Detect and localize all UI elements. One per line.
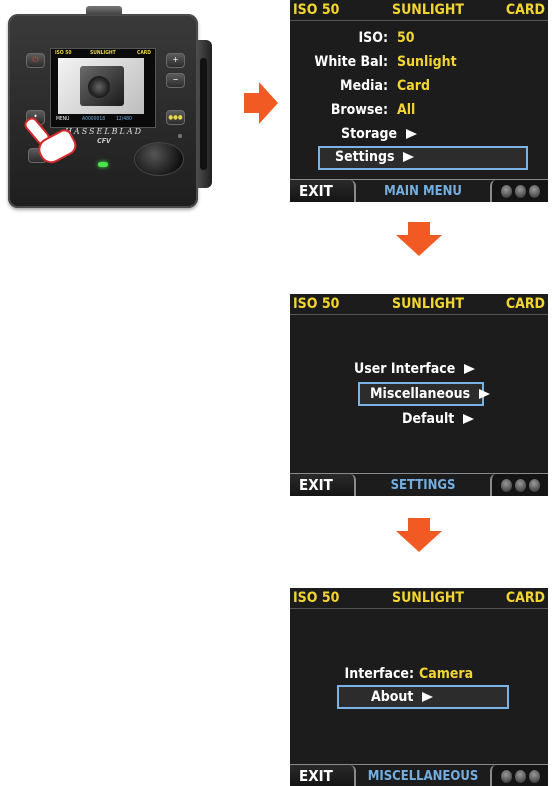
exit-button[interactable]: EXIT — [290, 765, 356, 786]
status-iso: ISO 50 — [293, 2, 340, 18]
status-white-balance: SUNLIGHT — [392, 590, 465, 606]
interface-label: Interface: — [344, 666, 414, 682]
status-media: CARD — [505, 590, 545, 606]
status-led — [98, 162, 108, 167]
bottom-bar: EXIT MISCELLANEOUS — [290, 764, 548, 786]
profiles-tab[interactable] — [490, 765, 548, 786]
profiles-tab[interactable] — [490, 474, 548, 496]
camera-lcd-bottom: MENU A0000018 12/480 — [52, 114, 154, 124]
profile-dot-icon — [515, 770, 526, 783]
camera-lcd-menu-label: MENU — [56, 116, 70, 122]
settings-screen: ISO 50 SUNLIGHT CARD User Interface Misc… — [290, 294, 548, 496]
status-media: CARD — [505, 296, 545, 312]
white-balance-value: Sunlight — [397, 54, 457, 70]
camera-grip-rubber — [200, 58, 207, 170]
bottom-bar: EXIT SETTINGS — [290, 473, 548, 496]
camera-sensor-dot — [178, 134, 182, 138]
camera-lcd-wb: SUNLIGHT — [90, 50, 116, 56]
triangle-right-icon — [406, 129, 418, 139]
exit-button[interactable]: EXIT — [290, 180, 356, 202]
status-media: CARD — [505, 2, 545, 18]
status-bar: ISO 50 SUNLIGHT CARD — [290, 294, 548, 315]
exit-button[interactable]: EXIT — [290, 474, 356, 496]
settings-label: Settings — [335, 149, 395, 165]
menu-item-about[interactable]: About — [371, 686, 434, 708]
profile-dot-icon — [515, 479, 526, 492]
main-menu-screen: ISO 50 SUNLIGHT CARD ISO: 50 White Bal: … — [290, 0, 548, 202]
arrow-down-icon — [396, 518, 442, 552]
status-iso: ISO 50 — [293, 590, 340, 606]
profile-dot-icon — [529, 770, 540, 783]
camera-lcd-count: 12/480 — [116, 116, 132, 122]
profiles-button[interactable]: ●●● — [166, 110, 185, 125]
triangle-right-icon — [464, 364, 476, 374]
menu-item-miscellaneous[interactable]: Miscellaneous — [370, 383, 491, 405]
mode-label: MISCELLANEOUS — [367, 769, 479, 784]
triangle-right-icon — [403, 152, 415, 162]
iso-value: 50 — [397, 30, 415, 46]
menu-item-settings[interactable]: Settings — [335, 146, 415, 168]
about-label: About — [371, 689, 414, 705]
browse-label: Browse: — [330, 102, 388, 118]
default-label: Default — [402, 411, 455, 427]
profile-dot-icon — [501, 770, 512, 783]
camera-lcd-media: CARD — [137, 50, 151, 56]
profile-dot-icon — [501, 185, 512, 198]
iso-label: ISO: — [358, 30, 389, 46]
miscellaneous-label: Miscellaneous — [370, 386, 471, 402]
menu-item-user-interface[interactable]: User Interface — [354, 358, 476, 380]
interface-value: Camera — [419, 666, 474, 682]
minus-button[interactable]: − — [166, 73, 185, 88]
status-bar: ISO 50 SUNLIGHT CARD — [290, 588, 548, 609]
bottom-bar: EXIT MAIN MENU — [290, 179, 548, 202]
triangle-right-icon — [463, 414, 475, 424]
media-label: Media: — [340, 78, 388, 94]
arrow-down-icon — [396, 222, 442, 256]
triangle-right-icon — [422, 692, 434, 702]
camera-dial[interactable] — [134, 142, 184, 176]
miscellaneous-screen: ISO 50 SUNLIGHT CARD Interface: Camera A… — [290, 588, 548, 786]
user-interface-label: User Interface — [354, 361, 456, 377]
profiles-icon: ●●● — [168, 114, 183, 121]
status-iso: ISO 50 — [293, 296, 340, 312]
status-white-balance: SUNLIGHT — [392, 2, 465, 18]
camera-lcd-file-id: A0000018 — [82, 116, 106, 122]
menu-item-default[interactable]: Default — [402, 408, 475, 430]
storage-label: Storage — [341, 126, 398, 142]
arrow-right-icon — [244, 82, 278, 124]
browse-value: All — [397, 102, 416, 118]
camera-lcd-status: ISO 50 SUNLIGHT CARD — [52, 49, 154, 57]
profile-dot-icon — [515, 185, 526, 198]
profile-dot-icon — [501, 479, 512, 492]
mode-label: MAIN MENU — [384, 184, 462, 199]
status-bar: ISO 50 SUNLIGHT CARD — [290, 0, 548, 21]
profile-dot-icon — [529, 185, 540, 198]
status-white-balance: SUNLIGHT — [392, 296, 465, 312]
camera-lcd-iso: ISO 50 — [55, 50, 72, 56]
camera-photo-lens — [88, 76, 110, 98]
power-button[interactable]: ⏻ — [26, 53, 45, 68]
white-balance-label: White Bal: — [314, 54, 388, 70]
profiles-tab[interactable] — [490, 180, 548, 202]
triangle-right-icon — [479, 389, 491, 399]
plus-button[interactable]: + — [166, 53, 185, 68]
profile-dot-icon — [529, 479, 540, 492]
media-value: Card — [397, 78, 430, 94]
menu-item-storage[interactable]: Storage — [341, 123, 418, 145]
mode-label: SETTINGS — [390, 478, 456, 493]
